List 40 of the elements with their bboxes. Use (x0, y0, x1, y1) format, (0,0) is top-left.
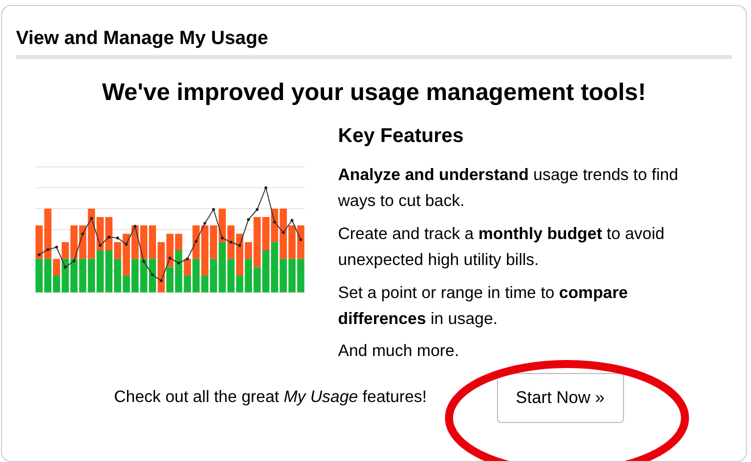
chart-point (246, 218, 250, 221)
chart-point (264, 186, 268, 190)
chart-point (256, 208, 259, 211)
chart-point (194, 240, 198, 243)
chart-point (290, 218, 294, 222)
panel-title: View and Manage My Usage (16, 28, 732, 59)
chart-point (282, 231, 285, 234)
chart-point (299, 238, 302, 242)
chart-point (124, 242, 128, 246)
promo-text: Check out all the great My Usage features! (114, 388, 427, 408)
chart-point (151, 273, 154, 276)
features-heading: Key Features (338, 125, 465, 148)
chart-point (81, 232, 84, 236)
chart-point (273, 220, 276, 224)
chart-point (38, 253, 41, 256)
headline: We've improved your usage management tools! (100, 79, 648, 107)
start-now-button[interactable]: Start Now » (496, 372, 624, 423)
chart-point (55, 246, 58, 249)
chart-point (220, 236, 224, 240)
feature-text: Analyze and understand usage trends to find ways to cut back. (338, 165, 680, 212)
chart-point (186, 257, 189, 260)
feature-text: Create and track a monthly budget to avoid unexpected high utility bills. (338, 224, 666, 272)
chart-point (90, 216, 93, 220)
feature-text: Set a point or range in time to compare differences in usage. (338, 282, 629, 330)
chart-point (177, 262, 180, 264)
chart-point (230, 240, 232, 244)
chart-point (134, 224, 136, 228)
chart-point (46, 248, 50, 252)
chart-point (160, 279, 163, 282)
chart-point (212, 208, 215, 211)
chart-point (168, 256, 172, 260)
chart-point (142, 260, 146, 263)
chart-point (107, 236, 110, 239)
chart-point (116, 236, 120, 240)
chart-point (72, 260, 76, 262)
chart-point (238, 244, 242, 247)
feature-text: And much more. (338, 341, 460, 362)
chart-point (64, 266, 67, 269)
chart-point (98, 244, 102, 247)
chart-point (203, 222, 206, 225)
